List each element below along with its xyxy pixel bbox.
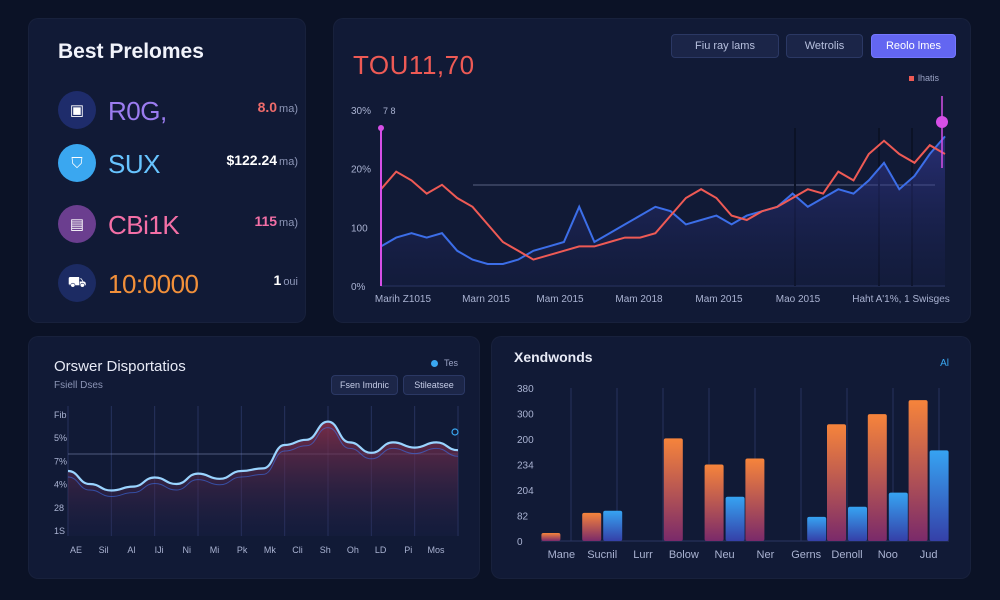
x-tick-label: Cli	[292, 545, 303, 555]
asset-name: 10:0000	[108, 269, 199, 299]
y-tick-label: 200	[517, 435, 534, 446]
best-panel: Best Prelomes ▣ R0G, 8.0 ma) ⛉ SUX $122.2…	[28, 18, 306, 323]
dispositions-area-chart: Fib 5% 7% 4% 28 1S AE Sil Al IJi Ni Mi Pk Mk Cli Sh Oh LD…	[54, 406, 459, 555]
y-tick-label: 20%	[351, 165, 371, 176]
x-tick-label: Mi	[210, 545, 220, 555]
y-tick-label: 4%	[54, 480, 67, 490]
bar-panel: Xendwonds Al 380 300 200 234 204 82 0 Mane Sucni…	[491, 336, 971, 579]
y-tick-label: 1S	[54, 526, 65, 536]
x-tick-label: Gerns	[791, 549, 821, 561]
x-tick-label: Mk	[264, 545, 276, 555]
bar-orange	[582, 512, 602, 541]
bar-blue	[848, 506, 867, 541]
bar-orange	[827, 424, 846, 541]
x-tick-label: IJi	[155, 545, 164, 555]
series-area	[381, 136, 945, 286]
y-tick-label: Fib	[54, 410, 67, 420]
bank-icon: ▣	[58, 91, 96, 129]
card-icon: ▤	[58, 205, 96, 243]
x-tick-label: Sucnil	[587, 549, 617, 561]
y-tick-label: 234	[517, 461, 534, 472]
cart-icon: ⛟	[58, 264, 96, 302]
asset-name: CBi1K	[108, 210, 180, 240]
asset-value: 115 ma)	[254, 213, 298, 229]
asset-row-1[interactable]: ▣ R0G, 8.0 ma)	[58, 91, 298, 131]
asset-value: $122.24 ma)	[226, 152, 298, 168]
y-tick-label: 28	[54, 503, 64, 513]
x-tick-label: Lurr	[633, 549, 653, 561]
x-tick-label: Mam 2015	[695, 294, 743, 305]
asset-value: 1 oui	[273, 272, 298, 288]
x-tick-label: Mam 2018	[615, 294, 663, 305]
asset-row-4[interactable]: ⛟ 10:0000 1 oui	[58, 264, 298, 304]
bar-orange	[704, 464, 724, 541]
x-tick-label: Pk	[237, 545, 248, 555]
asset-row-2[interactable]: ⛉ SUX $122.24 ma)	[58, 144, 298, 184]
bar-blue	[725, 496, 745, 541]
x-tick-label: Mos	[427, 545, 445, 555]
x-tick-label: Noo	[878, 549, 898, 561]
x-tick-label: Mao 2015	[776, 294, 821, 305]
y-tick-label: 0	[517, 537, 523, 548]
x-tick-label: Ner	[757, 549, 775, 561]
x-tick-label: Ni	[183, 545, 192, 555]
x-tick-label: Denoll	[831, 549, 862, 561]
asset-value: 8.0 ma)	[257, 99, 298, 115]
x-tick-label: LD	[375, 545, 387, 555]
asset-row-3[interactable]: ▤ CBi1K 115 ma)	[58, 205, 298, 245]
x-tick-label: Sil	[99, 545, 109, 555]
best-panel-title: Best Prelomes	[58, 40, 204, 63]
x-tick-label: Mane	[548, 549, 576, 561]
dispositions-panel: Orswer Disportatios Fsiell Dses Tes Fsen…	[28, 336, 480, 579]
x-tick-label: Oh	[347, 545, 359, 555]
x-tick-label: Bolow	[669, 549, 699, 561]
x-tick-label: Neu	[715, 549, 735, 561]
asset-name: R0G,	[108, 96, 167, 126]
bar-orange	[745, 458, 765, 541]
main-chart-panel: TOU11,70 Fiu ray lams Wetrolis Reolo lme…	[333, 18, 971, 323]
x-tick-label: Pi	[404, 545, 412, 555]
end-marker-dot	[451, 428, 459, 436]
bar-orange	[867, 414, 887, 541]
y-tick-label: 82	[517, 512, 529, 523]
x-tick-label: Sh	[320, 545, 331, 555]
main-line-chart: 30% 7 8 20% 100 0% Marih Z1015 Marn 2015 Mam 20…	[351, 96, 950, 305]
y-tick-label: 5%	[54, 433, 67, 443]
x-tick-label: Jud	[920, 549, 938, 561]
bar-chart: 380 300 200 234 204 82 0 Mane Sucnil Lurr Bolow Neu…	[517, 384, 949, 561]
x-tick-label: Haht A'1%, 1 Swisges	[852, 294, 950, 305]
y-tick-label: 30%	[351, 106, 371, 117]
bar-blue	[888, 492, 908, 541]
end-marker-dot	[936, 116, 948, 128]
x-tick-label: Mam 2015	[536, 294, 584, 305]
start-marker-dot	[378, 125, 384, 131]
asset-name: SUX	[108, 149, 160, 179]
shield-icon: ⛉	[58, 144, 96, 182]
x-tick-label: AE	[70, 545, 82, 555]
y-tick-label: 204	[517, 486, 534, 497]
bar-orange	[541, 532, 561, 541]
y-tick-label: 100	[351, 223, 368, 234]
y-tick-label: 300	[517, 410, 534, 421]
y-tick-label: 7%	[54, 456, 67, 466]
y-tick-label: 0%	[351, 282, 366, 293]
y-tick-label: 380	[517, 384, 534, 395]
bar-blue	[603, 510, 623, 541]
x-tick-label: Marn 2015	[462, 294, 510, 305]
bar-blue	[807, 516, 827, 541]
series-area	[68, 421, 458, 536]
x-tick-label: Al	[127, 545, 135, 555]
bar-orange	[663, 438, 683, 541]
bar-orange	[908, 400, 928, 541]
bar-blue	[929, 450, 949, 541]
x-tick-label: Marih Z1015	[375, 294, 432, 305]
y-tick-label: 7 8	[383, 106, 396, 116]
